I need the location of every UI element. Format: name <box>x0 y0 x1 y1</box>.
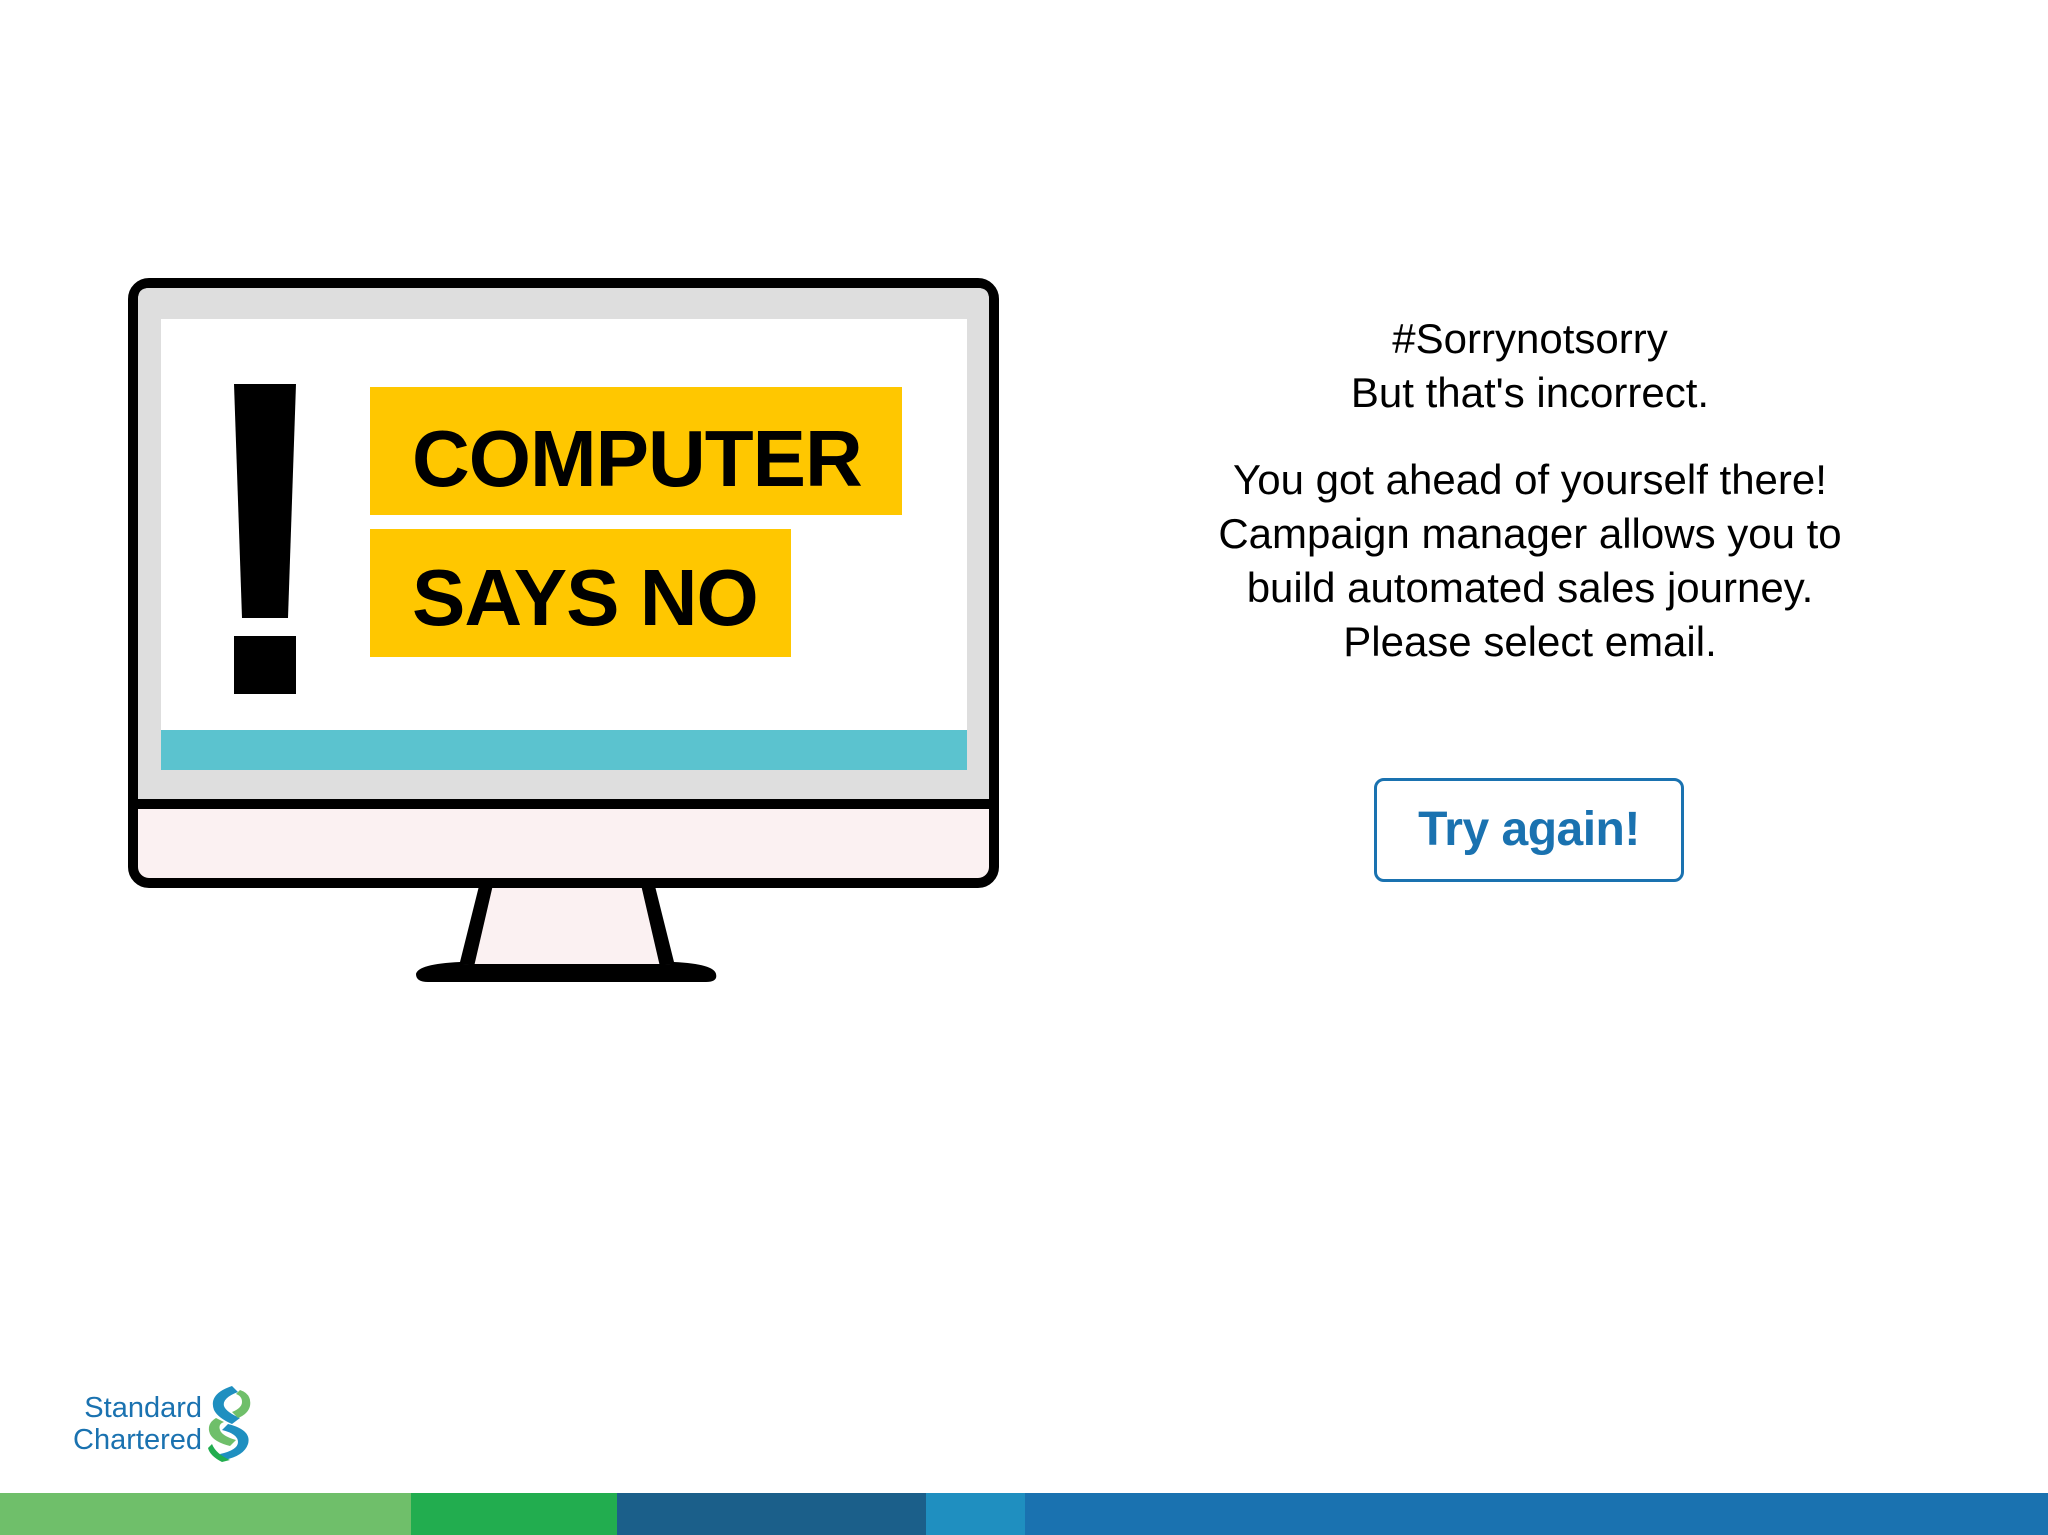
message-spacer <box>1130 420 1930 453</box>
logo-text-line2: Chartered <box>73 1424 202 1456</box>
standard-chartered-logo: Standard Chartered <box>50 1384 260 1464</box>
exclamation-icon <box>234 384 296 694</box>
computer-monitor-illustration: COMPUTER SAYS NO <box>128 278 999 990</box>
color-bar-segment <box>926 1493 1025 1535</box>
computer-label: COMPUTER <box>370 387 902 515</box>
screen-progress-bar <box>161 730 967 770</box>
color-bar-segment <box>411 1493 617 1535</box>
standard-chartered-logo-icon <box>208 1386 251 1462</box>
try-again-button[interactable]: Try again! <box>1374 778 1684 882</box>
logo-text-line1: Standard <box>84 1392 202 1424</box>
brand-color-bar <box>0 1493 2048 1535</box>
message-incorrect: But that's incorrect. <box>1350 369 1710 416</box>
says-no-label: SAYS NO <box>370 529 791 657</box>
color-bar-segment <box>0 1493 411 1535</box>
error-page: COMPUTER SAYS NO #Sorrynotsorry But that… <box>0 0 2048 1535</box>
message-hashtag: #Sorrynotsorry <box>1392 315 1668 362</box>
message-line-ahead: You got ahead of yourself there! <box>1233 456 1827 503</box>
logo-text: Standard Chartered <box>73 1392 202 1456</box>
error-message: #Sorrynotsorry But that's incorrect. You… <box>1130 312 1930 669</box>
color-bar-segment <box>617 1493 926 1535</box>
message-line-campaign: Campaign manager allows you to <box>1218 510 1842 557</box>
message-line-journey: build automated sales journey. <box>1246 564 1814 611</box>
color-bar-segment <box>1025 1493 2048 1535</box>
message-line-select: Please select email. <box>1343 618 1717 665</box>
